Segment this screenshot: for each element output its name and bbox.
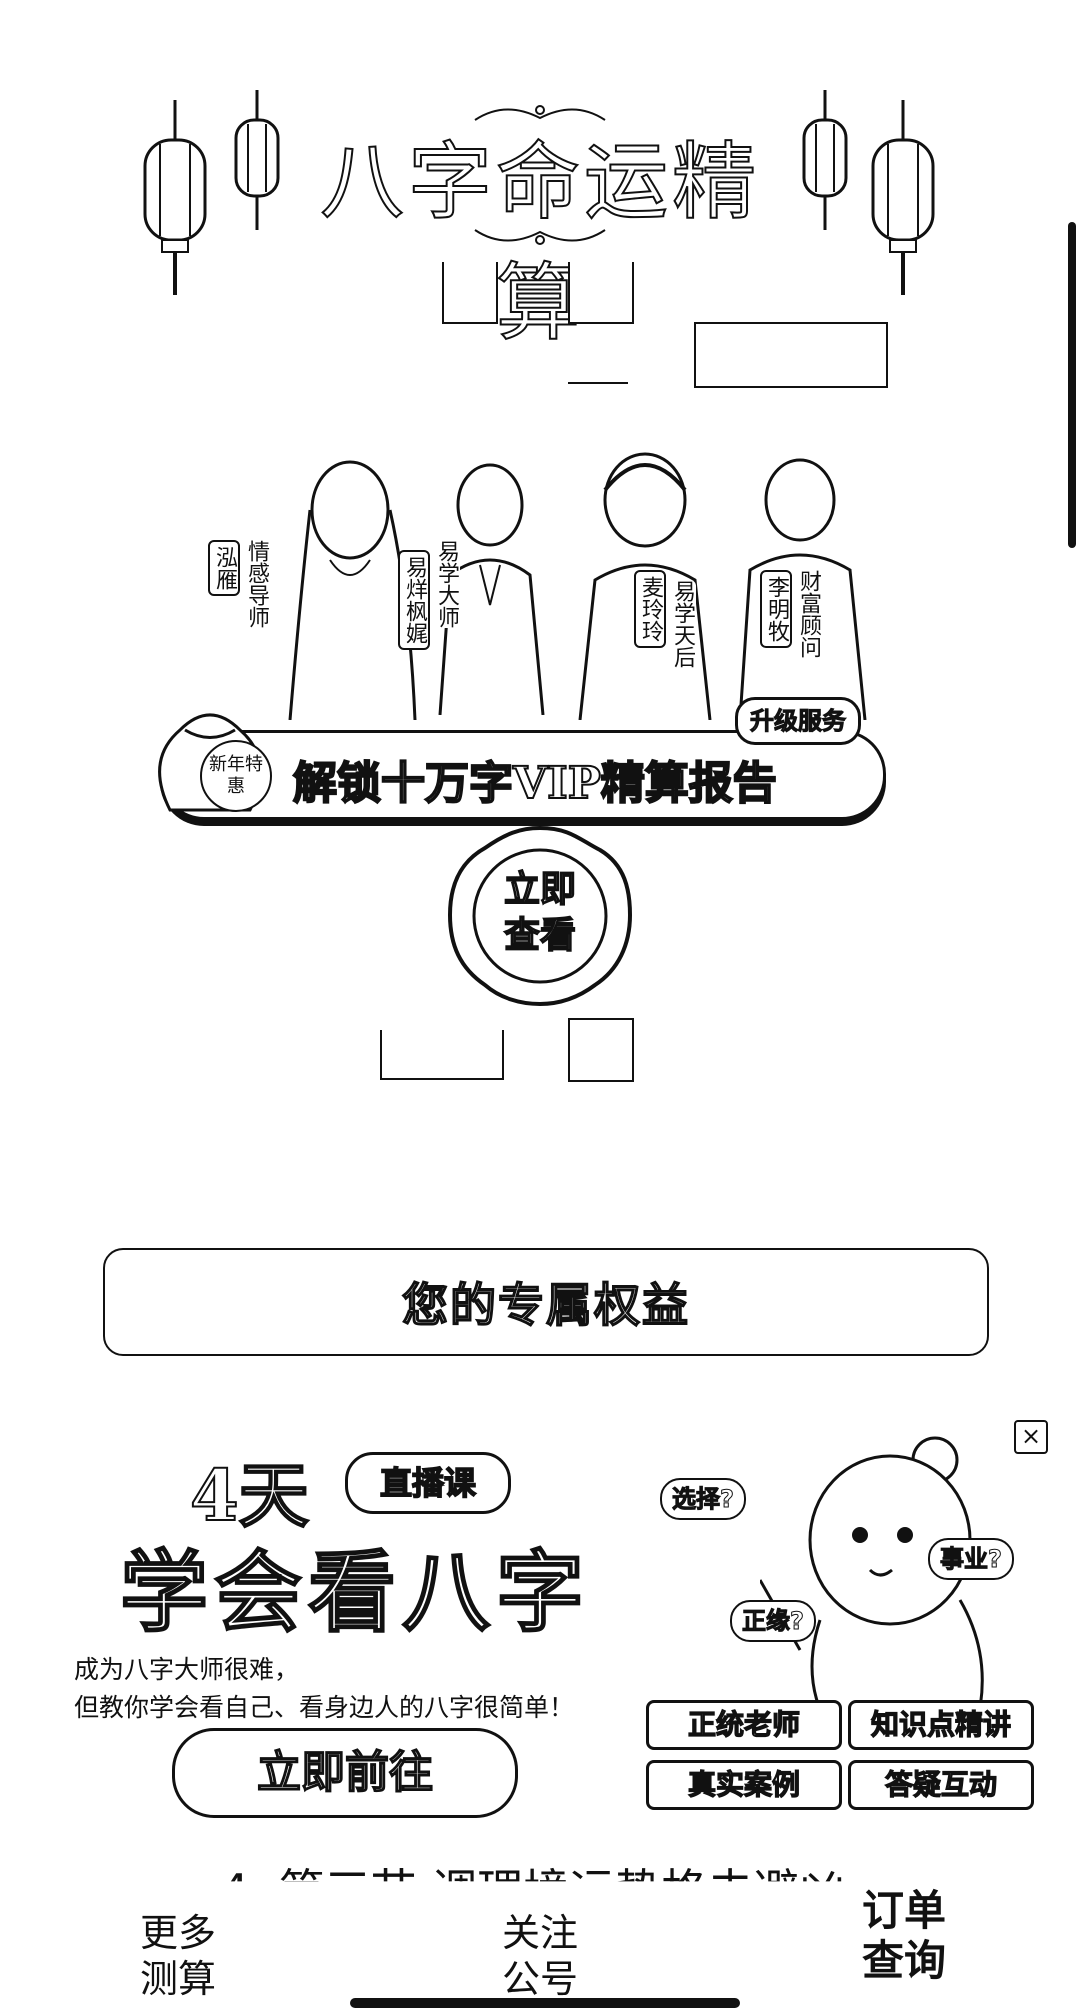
nav-follow-account[interactable]: 关注 公号 <box>502 1910 578 2002</box>
tab-placeholder[interactable] <box>694 322 888 388</box>
master-role: 财富顾问 <box>794 570 822 658</box>
view-now-label: 立即查看 <box>503 867 577 957</box>
benefits-title: 您的专属权益 <box>401 1277 690 1333</box>
tab-placeholder[interactable] <box>568 1018 634 1082</box>
master-name: 麦玲玲 <box>634 570 666 648</box>
ad-title: 学会看八字 <box>119 1539 591 1645</box>
lantern-icon <box>140 100 210 300</box>
nav-label: 公号 <box>502 1957 579 2001</box>
upgrade-service-badge: 升级服务 <box>735 697 861 745</box>
course-ad[interactable]: × 4天 直播课 学会看八字 成为八字大师很难， 但教你学会看自己、看身边人的八… <box>0 1400 1080 1840</box>
lantern-icon <box>868 100 938 300</box>
tab-placeholder[interactable] <box>568 262 634 324</box>
nav-label: 测算 <box>140 1957 217 2001</box>
feature-tag: 答疑互动 <box>848 1760 1034 1810</box>
question-bubble: 正缘? <box>730 1600 816 1642</box>
feature-tag: 正统老师 <box>646 1700 842 1750</box>
nav-more-tests[interactable]: 更多 测算 <box>140 1910 216 2002</box>
nav-label: 订单 <box>862 1886 947 1935</box>
lantern-icon <box>800 90 850 250</box>
master-role: 情感导师 <box>242 540 270 628</box>
view-now-button[interactable]: 立即查看 <box>440 820 640 1010</box>
lantern-icon <box>232 90 282 250</box>
question-bubble: 事业? <box>928 1538 1014 1580</box>
nav-order-query[interactable]: 订单 查询 <box>862 1886 946 1986</box>
live-course-badge: 直播课 <box>345 1452 511 1514</box>
go-now-button[interactable]: 立即前往 <box>172 1728 518 1818</box>
scrollbar[interactable] <box>1068 222 1076 548</box>
tab-placeholder[interactable] <box>442 262 498 324</box>
feature-tag: 真实案例 <box>646 1760 842 1810</box>
tab-placeholder[interactable] <box>380 1030 504 1080</box>
divider <box>568 382 628 384</box>
question-bubble: 选择? <box>660 1478 746 1520</box>
cartoon-character-icon <box>758 1430 1020 1734</box>
master-name: 易烊枫娓 <box>398 550 430 650</box>
ad-description: 成为八字大师很难， <box>74 1655 300 1684</box>
nav-label: 更多 <box>140 1911 217 1955</box>
home-indicator[interactable] <box>350 1998 740 2008</box>
new-year-badge: 新年特惠 <box>200 740 272 812</box>
masters-group: 泓雁 情感导师 易烊枫娓 易学大师 麦玲玲 易学天后 李明牧 财富顾问 <box>170 430 910 721</box>
nav-label: 查询 <box>862 1936 947 1985</box>
master-role: 易学天后 <box>668 580 696 668</box>
feature-tag: 知识点精讲 <box>848 1700 1034 1750</box>
nav-label: 关注 <box>502 1911 579 1955</box>
master-name: 泓雁 <box>208 540 240 596</box>
ad-description: 但教你学会看自己、看身边人的八字很简单！ <box>74 1693 575 1722</box>
exclusive-benefits-bar[interactable]: 您的专属权益 <box>103 1248 989 1356</box>
master-role: 易学大师 <box>432 540 460 628</box>
vip-banner-text: 解锁十万字VIP精算报告 <box>292 757 778 810</box>
master-name: 李明牧 <box>760 570 792 648</box>
page-title: 八字命运精算 <box>319 132 760 353</box>
